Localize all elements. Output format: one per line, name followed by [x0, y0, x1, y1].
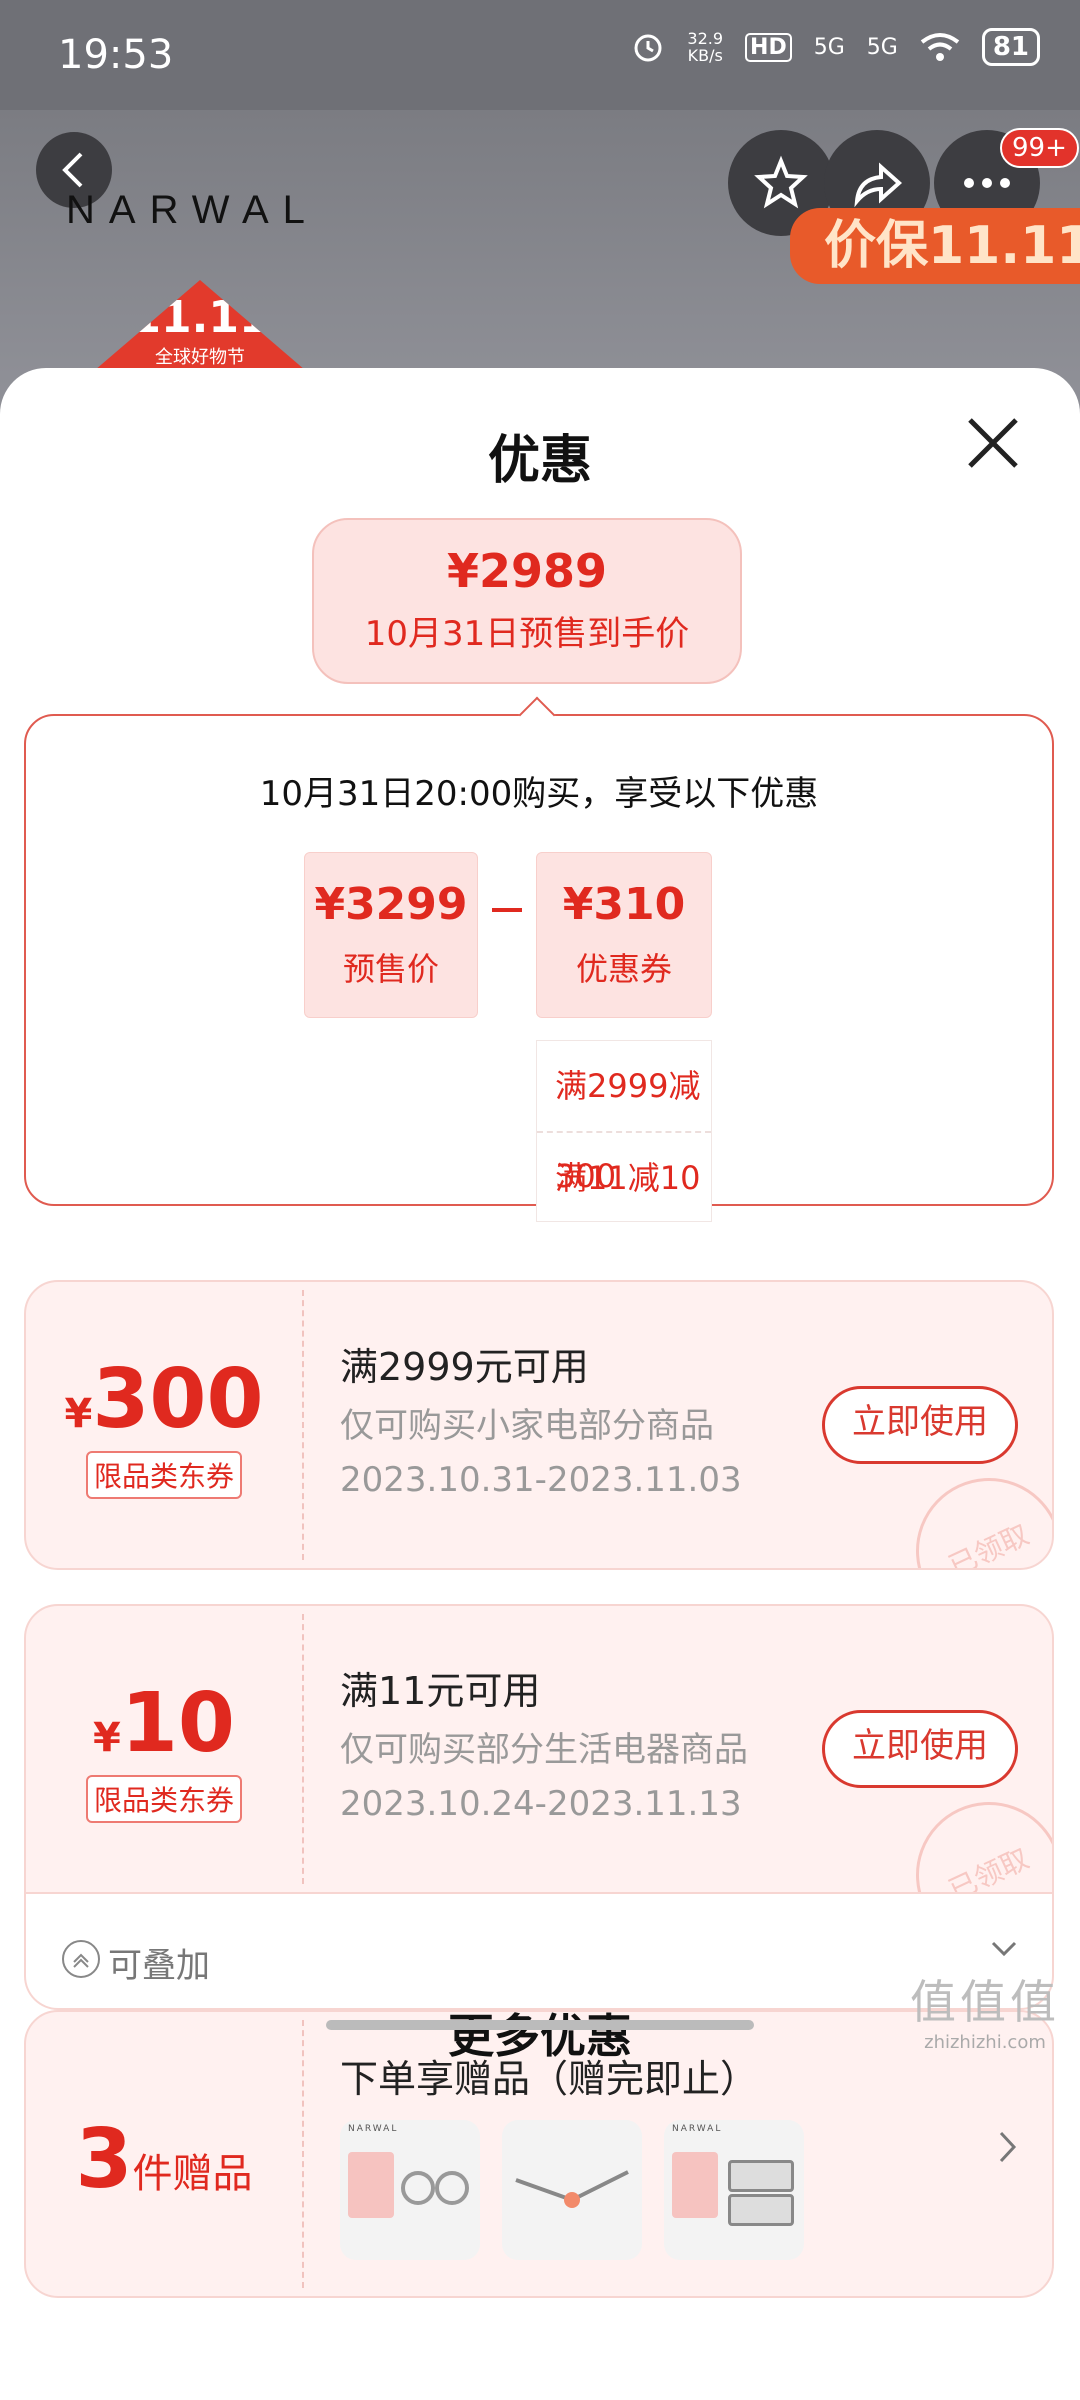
share-icon — [854, 162, 903, 208]
network-speed: 32.9 KB/s — [687, 29, 724, 65]
coupon-total: ¥310 — [562, 879, 686, 930]
coupon-scope: 仅可购买部分生活电器商品 — [340, 1730, 748, 1770]
stackable-label: 可叠加 — [108, 1946, 210, 1986]
chevron-down-icon — [991, 1941, 1017, 1957]
battery-indicator: 81 — [981, 28, 1040, 66]
coupon-amount: ¥300 限品类东券 — [26, 1352, 302, 1499]
coupon-rules-list: 满2999减300 满11减10 — [536, 1040, 712, 1222]
coupon-total-box: ¥310 优惠券 — [536, 852, 712, 1018]
final-price-pill: ¥2989 10月31日预售到手价 — [312, 518, 742, 684]
chevron-right-icon — [999, 2131, 1017, 2163]
status-bar: 19:53 32.9 KB/s HD 5G 5G 81 — [0, 0, 1080, 110]
claimed-stamp: 已领取 — [891, 1777, 1052, 1892]
gift-image-3[interactable]: NARWAL — [664, 2120, 804, 2260]
coupon-type-tag: 限品类东券 — [85, 1775, 242, 1823]
side-brush-icon — [515, 2170, 629, 2208]
coupon-rule: 满2999减300 — [555, 1067, 701, 1195]
more-dots-icon — [964, 178, 1010, 188]
gift-count: 3件赠品 — [75, 2112, 253, 2207]
coupon-total-label: 优惠券 — [575, 950, 672, 988]
coupon-card-300[interactable]: ¥300 限品类东券 满2999元可用 仅可购买小家电部分商品 2023.10.… — [24, 1280, 1054, 1570]
sheet-title: 优惠 — [487, 431, 592, 491]
pointer-arrow — [518, 696, 556, 734]
coupon-card-10[interactable]: ¥10 限品类东券 满11元可用 仅可购买部分生活电器商品 2023.10.24… — [24, 1604, 1054, 1894]
hd-icon: HD — [745, 32, 792, 62]
final-price: ¥2989 — [446, 544, 608, 598]
claimed-stamp: 已领取 — [891, 1453, 1052, 1568]
price-protection-banner: 价保11.11* — [790, 208, 1080, 284]
star-icon — [754, 155, 808, 209]
gift-image-2[interactable] — [502, 2120, 642, 2260]
use-now-button[interactable]: 立即使用 — [822, 1386, 1018, 1464]
coupon-condition: 满2999元可用 — [340, 1345, 589, 1389]
stackable-toggle[interactable]: 可叠加 — [24, 1890, 1054, 2010]
coupon-condition: 满11元可用 — [340, 1669, 541, 1713]
message-count-badge: 99+ — [1000, 128, 1079, 168]
presale-price-box: ¥3299 预售价 — [304, 852, 478, 1018]
watermark: 值值值 zhizhizhi.com — [910, 1975, 1060, 2053]
stack-icon — [62, 1940, 100, 1978]
wifi-icon — [920, 33, 960, 61]
status-time: 19:53 — [58, 32, 174, 78]
coupon-rule: 满11减10 — [537, 1131, 711, 1223]
presale-price: ¥3299 — [314, 879, 468, 930]
final-price-desc: 10月31日预售到手价 — [364, 614, 690, 654]
signal-5g-icon-2: 5G — [866, 34, 898, 60]
coupon-amount: ¥10 限品类东券 — [26, 1676, 302, 1823]
coupon-divider — [302, 1614, 304, 1884]
discount-breakdown: 10月31日20:00购买，享受以下优惠 ¥3299 预售价 ¥310 优惠券 … — [24, 696, 1054, 1222]
coupon-type-tag: 限品类东券 — [85, 1451, 242, 1499]
brand-logo: NARWAL — [66, 188, 319, 232]
use-now-button[interactable]: 立即使用 — [822, 1710, 1018, 1788]
coupon-divider — [302, 1290, 304, 1560]
close-icon[interactable] — [958, 408, 1028, 478]
minus-sign — [492, 908, 522, 912]
signal-5g-icon-1: 5G — [813, 34, 845, 60]
discount-sheet: 优惠 ¥2989 10月31日预售到手价 10月31日20:00购买，享受以下优… — [0, 368, 1080, 2400]
alarm-icon — [634, 34, 662, 62]
gift-image-1[interactable]: NARWAL — [340, 2120, 480, 2260]
coupon-scope: 仅可购买小家电部分商品 — [340, 1406, 714, 1446]
presale-label: 预售价 — [342, 950, 439, 988]
coupon-validity: 2023.10.24-2023.11.13 — [340, 1784, 742, 1824]
home-indicator[interactable] — [326, 2020, 754, 2030]
status-icons: 32.9 KB/s HD 5G 5G 81 — [631, 28, 1040, 66]
back-arrow-icon — [62, 152, 83, 188]
coupon-validity: 2023.10.31-2023.11.03 — [340, 1460, 742, 1500]
mop-pad-icon — [401, 2171, 469, 2205]
breakdown-heading: 10月31日20:00购买，享受以下优惠 — [259, 774, 819, 814]
